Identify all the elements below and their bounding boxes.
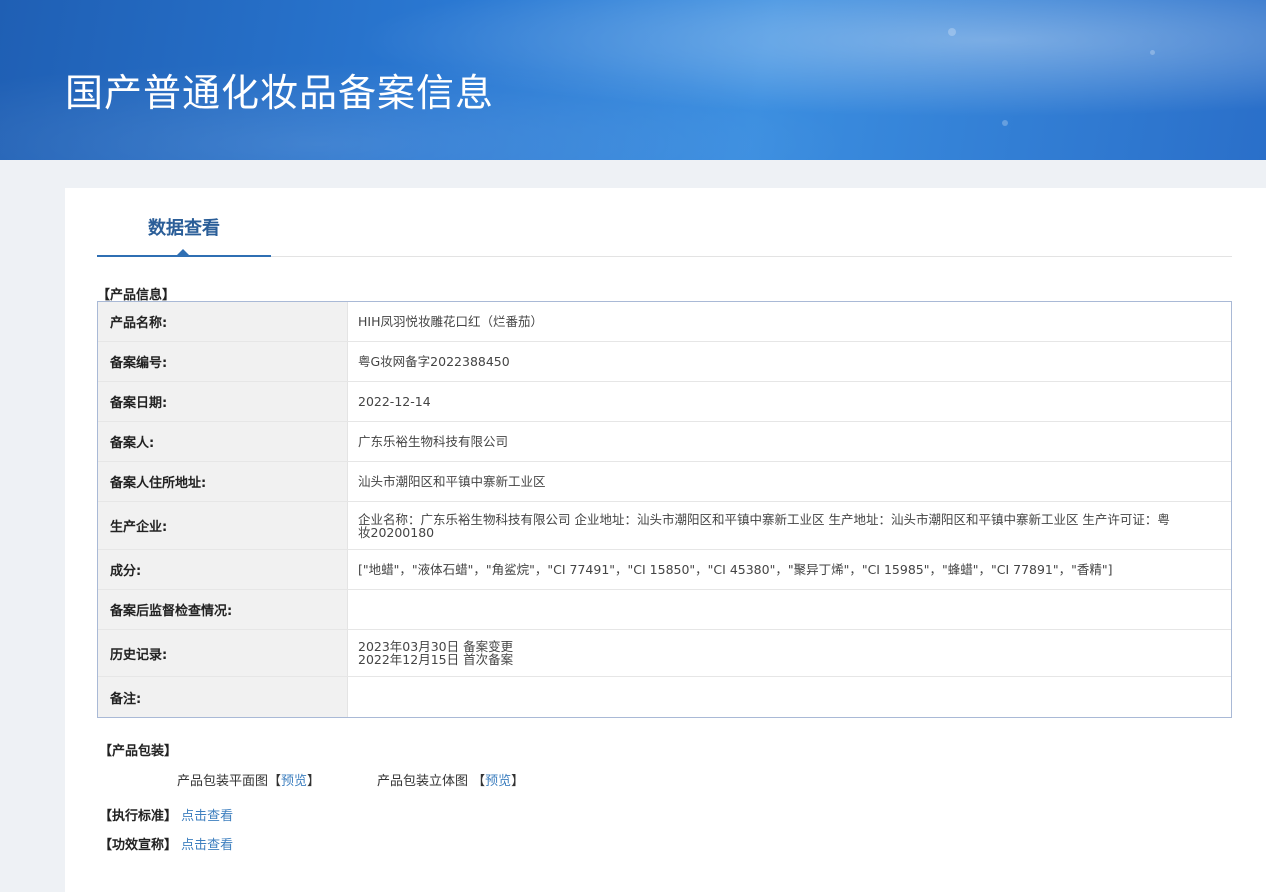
tab-data-view[interactable]: 数据查看: [97, 188, 271, 257]
table-row-manufacturer: 生产企业: 企业名称：广东乐裕生物科技有限公司 企业地址：汕头市潮阳区和平镇中寨…: [98, 502, 1231, 550]
row-label: 成分:: [98, 550, 348, 589]
bracket-close: 】: [511, 774, 525, 789]
row-label: 历史记录:: [98, 630, 348, 676]
table-row-record-number: 备案编号: 粤G妆网备字2022388450: [98, 342, 1231, 382]
header-banner: 国产普通化妆品备案信息: [0, 0, 1266, 160]
packaging-flat-item: 产品包装平面图【预览】: [177, 770, 320, 789]
standard-view-link[interactable]: 点击查看: [181, 809, 233, 824]
packaging-stereo-item: 产品包装立体图 【预览】: [377, 770, 524, 789]
bracket-close: 】: [307, 774, 321, 789]
row-value: 企业名称：广东乐裕生物科技有限公司 企业地址：汕头市潮阳区和平镇中寨新工业区 生…: [358, 511, 1170, 540]
packaging-flat-label: 产品包装平面图【: [177, 774, 282, 789]
row-label: 备案人住所地址:: [98, 462, 348, 501]
standard-line: 【执行标准】 点击查看: [99, 805, 233, 824]
row-value: HIH凤羽悦妆雕花口红（烂番茄）: [358, 314, 543, 329]
packaging-flat-preview-link[interactable]: 预览: [281, 774, 307, 789]
page-title: 国产普通化妆品备案信息: [65, 71, 495, 115]
row-value: 粤G妆网备字2022388450: [358, 354, 510, 369]
row-label: 备案编号:: [98, 342, 348, 381]
decorative-dot: [1150, 50, 1155, 55]
efficacy-line: 【功效宣称】 点击查看: [99, 834, 233, 853]
table-row-remarks: 备注:: [98, 677, 1231, 717]
decorative-dot: [1002, 120, 1008, 126]
table-row-registrant-address: 备案人住所地址: 汕头市潮阳区和平镇中寨新工业区: [98, 462, 1231, 502]
efficacy-view-link[interactable]: 点击查看: [181, 838, 233, 853]
row-value: [348, 677, 1231, 717]
table-row-product-name: 产品名称: HIH凤羽悦妆雕花口红（烂番茄）: [98, 302, 1231, 342]
row-value: 汕头市潮阳区和平镇中寨新工业区: [358, 474, 546, 489]
row-value: 广东乐裕生物科技有限公司: [358, 434, 509, 449]
efficacy-label: 【功效宣称】: [99, 838, 178, 853]
table-row-inspection: 备案后监督检查情况:: [98, 590, 1231, 630]
row-label: 备案后监督检查情况:: [98, 590, 348, 629]
row-label: 生产企业:: [98, 502, 348, 549]
row-value: [348, 590, 1231, 629]
row-label: 备案日期:: [98, 382, 348, 421]
section-title-packaging: 【产品包装】: [99, 744, 178, 759]
tab-label: 数据查看: [148, 218, 220, 239]
decorative-dot: [948, 28, 956, 36]
table-row-registrant: 备案人: 广东乐裕生物科技有限公司: [98, 422, 1231, 462]
content-card: 数据查看 【产品信息】 产品名称: HIH凤羽悦妆雕花口红（烂番茄） 备案编号:…: [65, 188, 1266, 892]
standard-label: 【执行标准】: [99, 809, 178, 824]
tab-bar: 数据查看: [97, 188, 1232, 257]
table-row-ingredients: 成分: ["地蜡"，"液体石蜡"，"角鲨烷"，"CI 77491"，"CI 15…: [98, 550, 1231, 590]
packaging-stereo-preview-link[interactable]: 预览: [485, 774, 511, 789]
row-label: 备案人:: [98, 422, 348, 461]
row-label: 备注:: [98, 677, 348, 717]
row-value: ["地蜡"，"液体石蜡"，"角鲨烷"，"CI 77491"，"CI 15850"…: [358, 562, 1113, 577]
table-row-record-date: 备案日期: 2022-12-14: [98, 382, 1231, 422]
history-entry: 2022年12月15日 首次备案: [358, 652, 514, 667]
row-value: 2023年03月30日 备案变更 2022年12月15日 首次备案: [348, 630, 1231, 676]
table-row-history: 历史记录: 2023年03月30日 备案变更 2022年12月15日 首次备案: [98, 630, 1231, 677]
packaging-stereo-label: 产品包装立体图 【: [377, 774, 486, 789]
product-info-table: 产品名称: HIH凤羽悦妆雕花口红（烂番茄） 备案编号: 粤G妆网备字20223…: [97, 301, 1232, 718]
tab-active-caret-icon: [177, 249, 189, 255]
row-label: 产品名称:: [98, 302, 348, 341]
row-value: 2022-12-14: [358, 394, 431, 409]
